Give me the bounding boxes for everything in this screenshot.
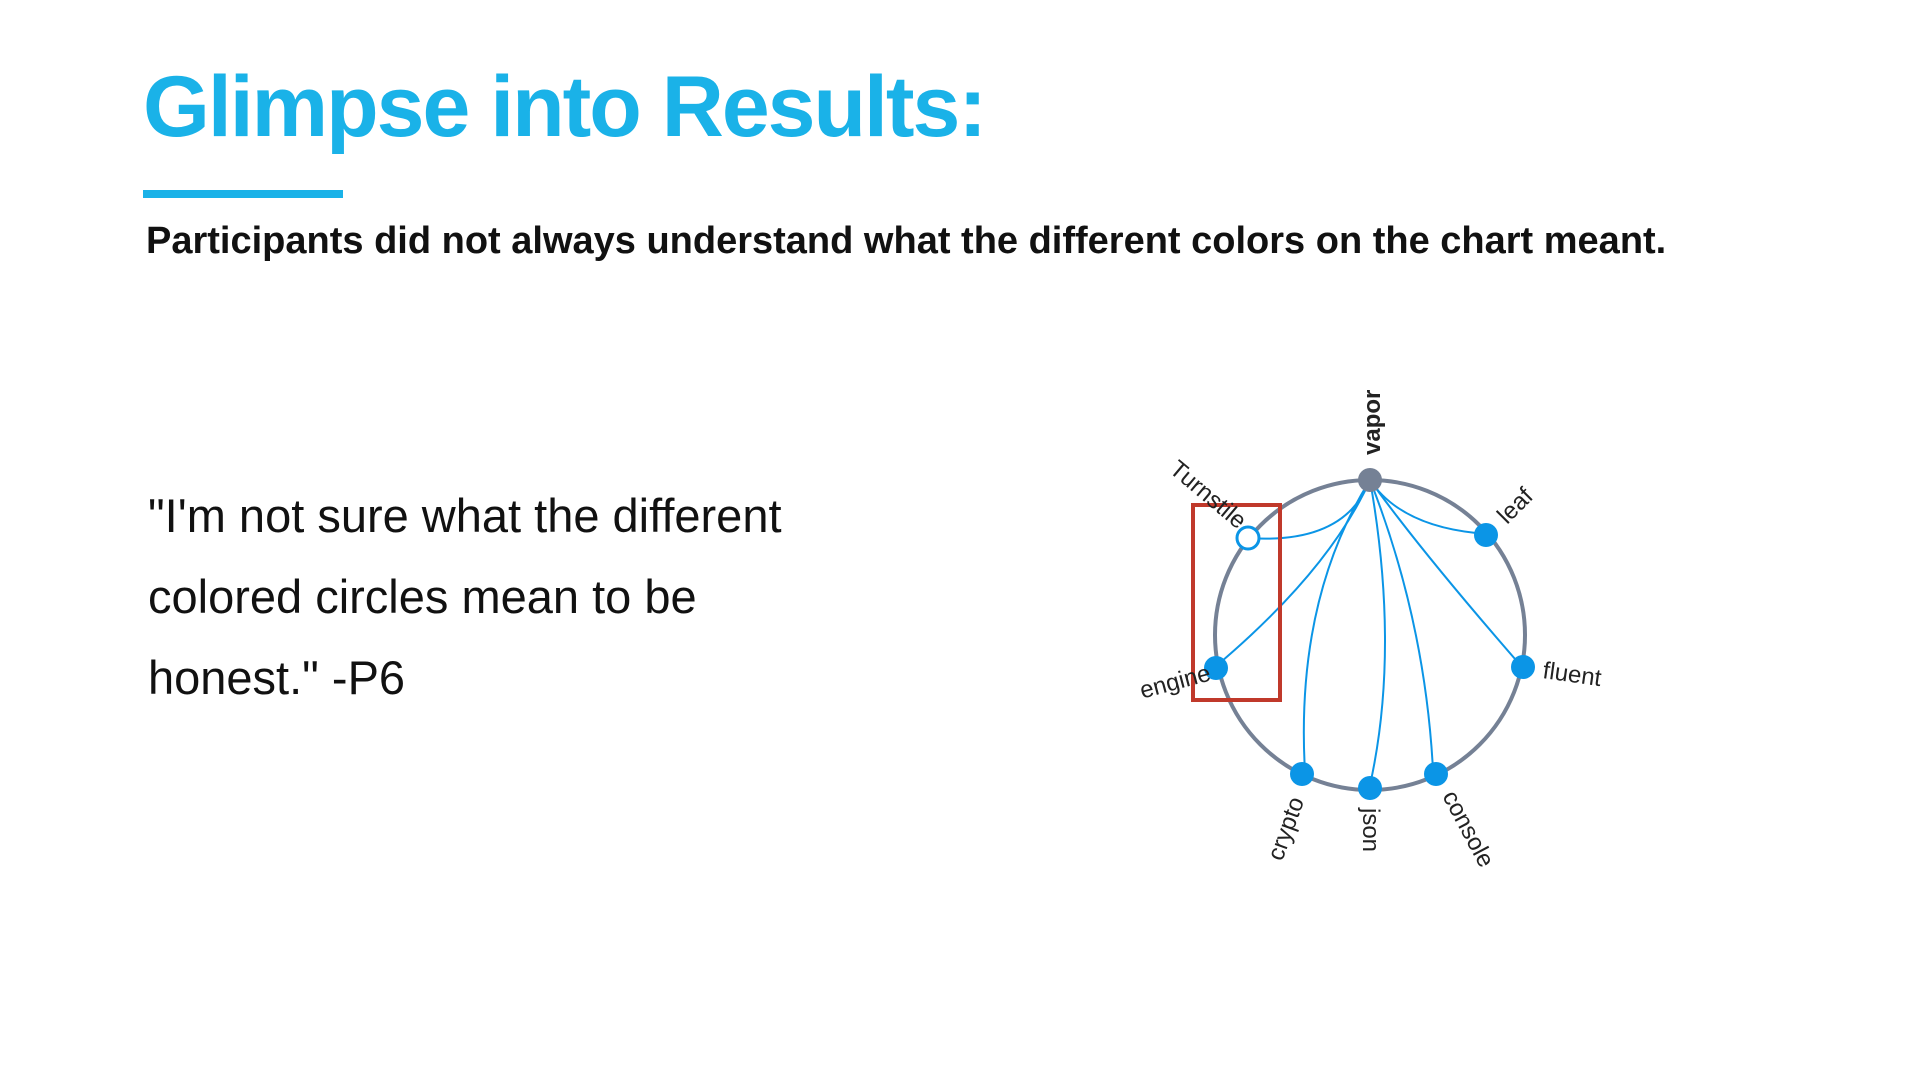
- label-engine: engine: [1137, 660, 1214, 705]
- label-turnstile: Turnstile: [1164, 455, 1251, 534]
- label-leaf: leaf: [1492, 483, 1539, 530]
- label-console: console: [1437, 786, 1500, 872]
- slide-subtitle: Participants did not always understand w…: [146, 220, 1667, 262]
- node-vapor: [1358, 468, 1382, 492]
- link-vapor-turnstile: [1246, 479, 1371, 540]
- label-vapor: vapor: [1359, 390, 1386, 455]
- node-json: [1358, 776, 1382, 800]
- label-crypto: crypto: [1262, 793, 1310, 864]
- participant-quote: "I'm not sure what the different colored…: [148, 489, 782, 704]
- link-vapor-json: [1369, 479, 1386, 786]
- slide-title: Glimpse into Results:: [143, 59, 987, 155]
- title-underline: [143, 190, 343, 198]
- diagram-nodes: [1204, 468, 1535, 800]
- label-json: json: [1357, 807, 1384, 852]
- node-leaf: [1474, 523, 1498, 547]
- node-crypto: [1290, 762, 1314, 786]
- label-fluent: fluent: [1541, 657, 1603, 692]
- link-vapor-crypto: [1302, 479, 1371, 773]
- node-fluent: [1511, 655, 1535, 679]
- dependency-chord-diagram: vapor leaf fluent console json crypto en…: [1137, 390, 1603, 872]
- slide: Glimpse into Results: Participants did n…: [0, 0, 1920, 1080]
- node-console: [1424, 762, 1448, 786]
- node-turnstile: [1235, 525, 1261, 551]
